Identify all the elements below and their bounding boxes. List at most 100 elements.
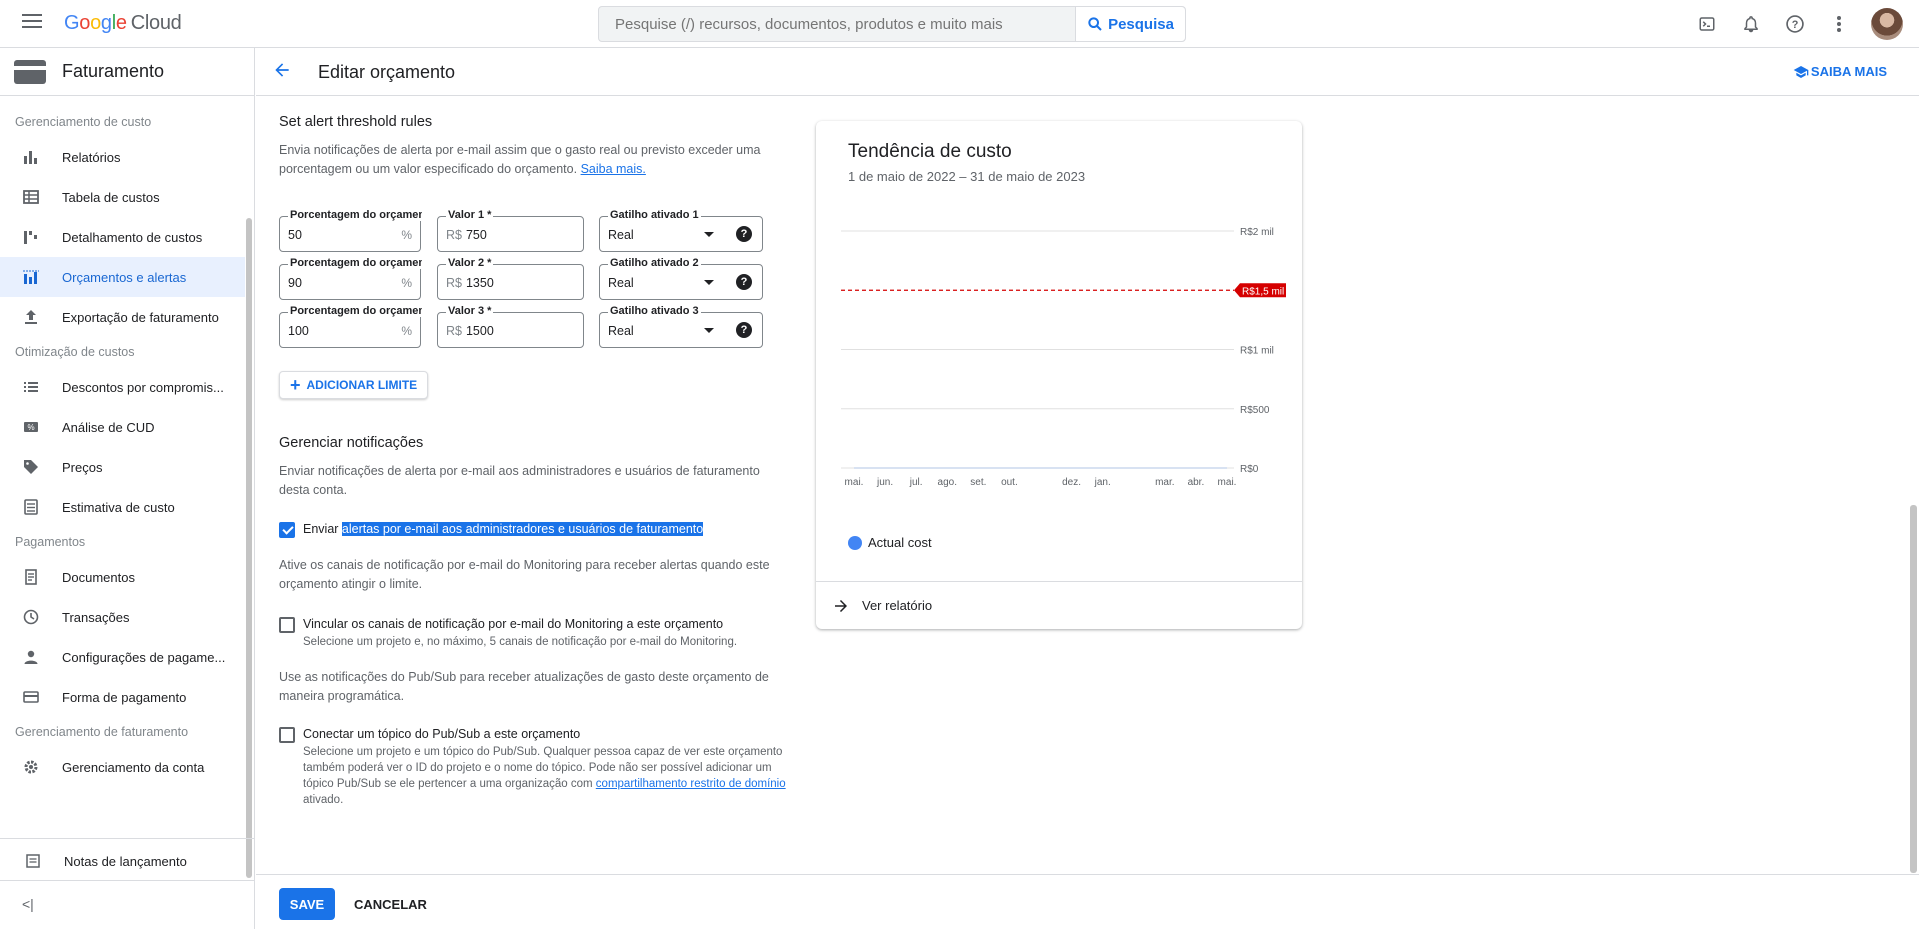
page-header: Editar orçamento SAIBA MAIS [256,48,1919,96]
amount-field[interactable]: Valor 1 * R$ 750 [437,209,584,252]
google-cloud-logo[interactable]: Google Cloud [64,12,182,35]
sidebar-item-label: Estimativa de custo [62,499,175,515]
bell-icon[interactable] [1739,12,1763,36]
monitoring-checkbox[interactable] [279,617,295,633]
sidebar-item-estimativa[interactable]: Estimativa de custo [0,487,245,527]
threshold-row: Porcentagem do orçamento 50% Valor 1 * R$ 7… [279,209,765,252]
sidebar-item-descontos[interactable]: Descontos por compromis... [0,367,245,407]
domain-restricted-link[interactable]: compartilhamento restrito de domínio [596,778,786,790]
sidebar-item-documentos[interactable]: Documentos [0,557,245,597]
bar-chart-icon [22,148,40,166]
percent-field[interactable]: Porcentagem do orçamento 90% [279,257,422,300]
monitoring-label: Vincular os canais de notificação por e-… [303,617,724,631]
y-tick-label: R$500 [1240,405,1270,416]
x-tick-label: dez. [1062,477,1081,488]
dropdown-arrow-icon [704,280,714,285]
amount-field[interactable]: Valor 3 * R$ 1500 [437,305,584,348]
person-icon [22,648,40,666]
trigger-select[interactable]: Gatilho ativado 3 Real? [599,305,763,348]
release-notes-label: Notas de lançamento [64,853,187,869]
search-button[interactable]: Pesquisa [1075,7,1185,41]
percent-field[interactable]: Porcentagem do orçamento 50% [279,209,422,252]
menu-icon[interactable] [22,14,42,32]
sidebar-item-label: Configurações de pagame... [62,649,226,665]
sidebar-item-relatorios[interactable]: Relatórios [0,137,245,177]
percent-field[interactable]: Porcentagem do orçamento 100% [279,305,422,348]
avatar[interactable] [1871,8,1903,40]
sidebar-item-analise-cud[interactable]: % Análise de CUD [0,407,245,447]
sidebar-item-config-pagamento[interactable]: Configurações de pagame... [0,637,245,677]
search-input[interactable] [599,7,1075,41]
sidebar-item-orcamentos[interactable]: Orçamentos e alertas [0,257,245,297]
help-icon[interactable]: ? [736,274,752,290]
trigger-select[interactable]: Gatilho ativado 1 Real? [599,209,763,252]
monitoring-description: Ative os canais de notificação por e-mai… [279,558,770,591]
divider [0,880,255,881]
main-scrollbar[interactable] [1910,505,1917,873]
chart-title: Tendência de custo [848,141,1012,162]
search-bar: Pesquisa [598,6,1186,42]
notifications-description: Enviar notificações de alerta por e-mail… [279,464,760,497]
dropdown-arrow-icon [704,328,714,333]
add-threshold-button[interactable]: + ADICIONAR LIMITE [279,371,429,399]
x-tick-label: jun. [876,477,893,488]
top-bar: GoogleCloud Pesquisa ? [0,0,1919,48]
legend-swatch [848,535,862,550]
dropdown-arrow-icon [704,232,714,237]
section-title: Otimização de custos [15,345,135,359]
budget-icon [22,268,40,286]
sidebar-nav: Gerenciamento de custo Relatórios Tabela… [0,97,245,877]
list-icon [22,378,40,396]
x-tick-label: abr. [1188,477,1205,488]
help-icon[interactable]: ? [736,322,752,338]
release-notes-link[interactable]: Notas de lançamento [0,839,255,883]
document-icon [22,568,40,586]
sidebar-item-precos[interactable]: Preços [0,447,245,487]
trigger-select[interactable]: Gatilho ativado 2 Real? [599,257,763,300]
top-icons: ? [1695,8,1903,40]
help-icon[interactable]: ? [1783,12,1807,36]
sidebar-item-detalhamento[interactable]: Detalhamento de custos [0,217,245,257]
sidebar-item-label: Gerenciamento da conta [62,759,205,775]
x-tick-label: ago. [938,477,957,488]
chart-subtitle: 1 de maio de 2022 – 31 de maio de 2023 [848,169,1086,184]
percent-icon: % [22,418,40,436]
sidebar-item-label: Transações [62,609,130,625]
sidebar-item-transacoes[interactable]: Transações [0,597,245,637]
y-tick-label: R$2 mil [1240,227,1274,238]
learn-more-button[interactable]: SAIBA MAIS [1793,64,1887,79]
amount-field[interactable]: Valor 2 * R$ 1350 [437,257,584,300]
save-button[interactable]: SAVE [279,888,335,920]
x-tick-label: mai. [1218,477,1237,488]
terminal-icon[interactable] [1695,12,1719,36]
help-icon[interactable]: ? [736,226,752,242]
back-arrow-icon[interactable] [272,60,292,85]
sidebar-item-forma-pagamento[interactable]: Forma de pagamento [0,677,245,717]
x-tick-label: jul. [909,477,923,488]
notes-icon [24,852,42,870]
x-tick-label: mai. [845,477,864,488]
sidebar-scrollbar[interactable] [246,218,252,878]
sidebar: Faturamento Gerenciamento de custo Relat… [0,48,255,929]
threshold-row: Porcentagem do orçamento 100% Valor 3 * R$… [279,305,765,348]
x-tick-label: out. [1001,477,1018,488]
collapse-sidebar-icon[interactable]: <| [22,896,34,912]
more-vert-icon[interactable] [1827,12,1851,36]
pubsub-label: Conectar um tópico do Pub/Sub a este orç… [303,727,581,741]
pubsub-checkbox[interactable] [279,727,295,743]
learn-more-link[interactable]: Saiba mais. [581,162,646,176]
clock-icon [22,608,40,626]
sidebar-item-exportacao[interactable]: Exportação de faturamento [0,297,245,337]
calculator-icon [22,498,40,516]
cost-trend-chart: R$0 R$500 R$1 mil R$2 mil R$1,5 mil mai. jun. j… [841,227,1286,488]
sidebar-item-gerenciamento-conta[interactable]: Gerenciamento da conta [0,747,245,787]
y-tick-label: R$0 [1240,464,1259,475]
plus-icon: + [290,374,301,395]
cancel-button[interactable]: CANCELAR [344,888,437,920]
email-alerts-checkbox[interactable] [279,522,295,538]
svg-text:?: ? [1792,19,1799,31]
sidebar-title: Faturamento [62,61,165,81]
notifications-title: Gerenciar notificações [279,435,424,451]
sidebar-item-tabela-custos[interactable]: Tabela de custos [0,177,245,217]
view-report-link[interactable]: Ver relatório [816,581,1302,629]
